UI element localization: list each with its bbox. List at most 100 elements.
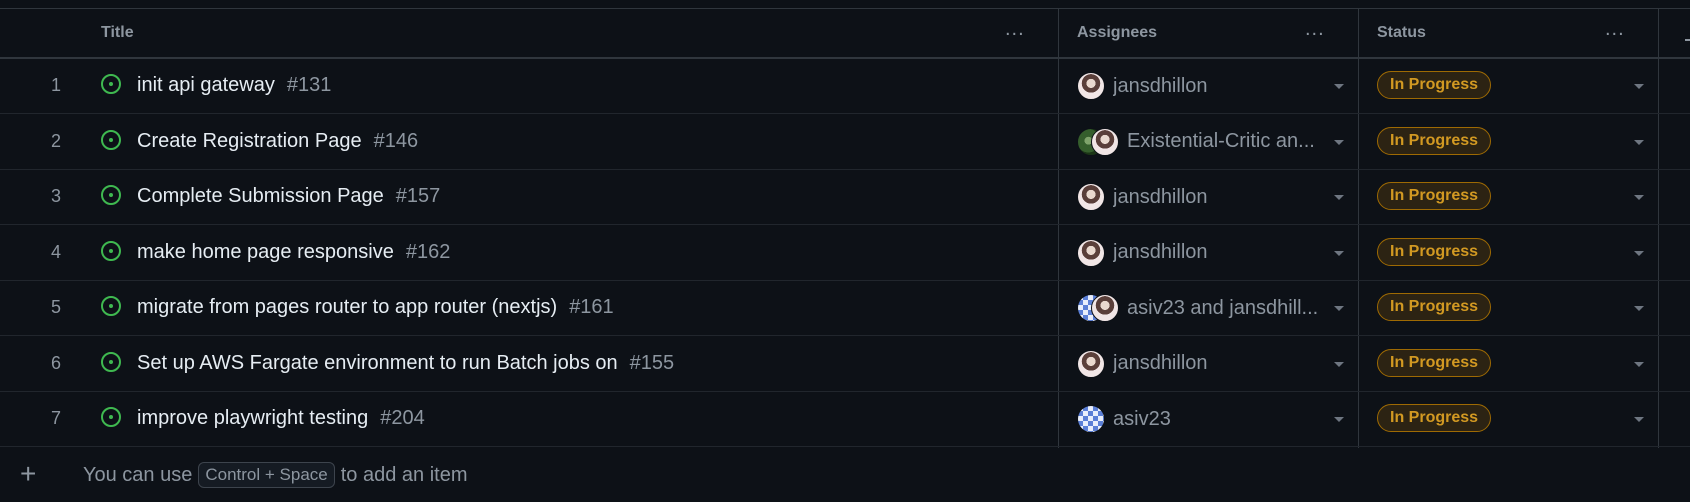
item-title-link[interactable]: migrate from pages router to app router … <box>137 296 557 318</box>
triangle-down-icon[interactable] <box>1334 361 1344 367</box>
item-title: init api gateway #131 <box>137 74 331 97</box>
table-row[interactable]: 5 migrate from pages router to app route… <box>0 280 1690 336</box>
issue-number: #155 <box>629 351 675 374</box>
row-number: 1 <box>50 75 61 95</box>
avatar-stack <box>1077 404 1105 434</box>
item-title: Create Registration Page #146 <box>137 130 418 153</box>
triangle-down-icon[interactable] <box>1634 195 1644 200</box>
issue-opened-icon <box>101 74 121 94</box>
issue-opened-icon <box>101 240 121 261</box>
item-title: migrate from pages router to app router … <box>137 296 614 319</box>
row-number: 2 <box>50 130 61 151</box>
item-title-link[interactable]: Set up AWS Fargate environment to run Ba… <box>137 352 618 374</box>
table-row[interactable]: 4 make home page responsive #162 jansdhil… <box>0 225 1690 281</box>
issue-opened-icon <box>101 129 121 150</box>
status-column-menu-icon[interactable]: ... <box>1605 19 1625 39</box>
hint-text-before: You can use <box>83 463 193 486</box>
assignee-name: asiv23 and jansdhill... <box>1127 296 1319 319</box>
column-header-assignees[interactable]: Assignees <box>1077 9 1157 57</box>
triangle-down-icon[interactable] <box>1634 417 1644 422</box>
issue-number: #131 <box>286 74 332 96</box>
row-number: 6 <box>50 352 61 373</box>
item-title: make home page responsive #162 <box>137 241 450 264</box>
triangle-down-icon[interactable] <box>1334 306 1344 311</box>
avatar-stack <box>1077 238 1105 268</box>
assignee-cell[interactable]: asiv23 <box>1077 404 1171 434</box>
row-number: 7 <box>50 408 61 428</box>
status-badge[interactable]: In Progress <box>1377 182 1492 210</box>
assignee-name: asiv23 <box>1113 407 1171 430</box>
row-number: 4 <box>50 241 61 262</box>
status-badge[interactable]: In Progress <box>1377 348 1492 377</box>
assignee-name: jansdhillon <box>1113 74 1208 97</box>
triangle-down-icon[interactable] <box>1334 195 1344 200</box>
issue-number: #204 <box>380 407 425 429</box>
status-badge[interactable]: In Progress <box>1377 237 1492 266</box>
item-title-link[interactable]: init api gateway <box>137 74 275 96</box>
next-column-plus-icon[interactable] <box>1685 39 1690 41</box>
triangle-down-icon[interactable] <box>1634 250 1644 256</box>
column-header-title[interactable]: Title <box>101 9 134 57</box>
assignee-cell[interactable]: jansdhillon <box>1077 182 1208 212</box>
triangle-down-icon[interactable] <box>1634 139 1644 145</box>
table-row[interactable]: 1 init api gateway #131 jansdhillon In Pr… <box>0 58 1690 114</box>
item-title: Set up AWS Fargate environment to run Ba… <box>137 352 674 375</box>
assignee-cell[interactable]: jansdhillon <box>1077 238 1208 268</box>
status-badge[interactable]: In Progress <box>1377 126 1492 155</box>
assignee-name: jansdhillon <box>1113 185 1208 208</box>
add-item-row[interactable]: + You can use Control + Space to add an … <box>0 448 1690 502</box>
issue-opened-icon <box>101 407 121 427</box>
row-number: 3 <box>50 186 61 206</box>
assignee-name: jansdhillon <box>1113 352 1208 374</box>
issue-number: #157 <box>395 185 441 207</box>
item-title-link[interactable]: Complete Submission Page <box>137 185 384 207</box>
triangle-down-icon[interactable] <box>1634 306 1644 311</box>
assignee-cell[interactable]: Existential-Critic an... <box>1077 127 1315 157</box>
item-title-link[interactable]: Create Registration Page <box>137 130 362 152</box>
issue-opened-icon <box>101 296 121 316</box>
item-title-link[interactable]: make home page responsive <box>137 241 394 263</box>
hint-text-after: to add an item <box>340 463 468 486</box>
triangle-down-icon[interactable] <box>1634 84 1644 89</box>
avatar <box>1077 405 1105 433</box>
avatar-stack <box>1077 293 1119 323</box>
avatar <box>1077 238 1105 267</box>
title-column-menu-icon[interactable]: ... <box>1005 19 1025 39</box>
table-row[interactable]: 2 Create Registration Page #146 Existenti… <box>0 114 1690 170</box>
status-badge[interactable]: In Progress <box>1377 404 1492 432</box>
assignees-column-menu-icon[interactable]: ... <box>1305 19 1325 39</box>
plus-icon[interactable]: + <box>20 458 36 490</box>
top-border <box>0 0 1690 9</box>
issue-opened-icon <box>101 351 121 372</box>
keyboard-shortcut: Control + Space <box>198 462 335 488</box>
triangle-down-icon[interactable] <box>1334 417 1344 422</box>
item-title: improve playwright testing #204 <box>137 407 425 430</box>
triangle-down-icon[interactable] <box>1334 139 1344 145</box>
column-status-label: Status <box>1377 24 1426 41</box>
column-header-status[interactable]: Status <box>1377 9 1426 57</box>
assignee-cell[interactable]: jansdhillon <box>1077 349 1208 379</box>
table-row[interactable]: 7 improve playwright testing #204 asiv23 … <box>0 391 1690 447</box>
avatar <box>1077 72 1105 100</box>
assignee-name: Existential-Critic an... <box>1127 130 1315 152</box>
add-item-hint: You can use Control + Space to add an it… <box>83 462 468 488</box>
table-row[interactable]: 3 Complete Submission Page #157 jansdhill… <box>0 169 1690 225</box>
triangle-down-icon[interactable] <box>1334 84 1344 89</box>
triangle-down-icon[interactable] <box>1334 250 1344 256</box>
status-badge[interactable]: In Progress <box>1377 293 1492 321</box>
assignee-cell[interactable]: jansdhillon <box>1077 71 1208 101</box>
triangle-down-icon[interactable] <box>1634 361 1644 367</box>
table-row[interactable]: 6 Set up AWS Fargate environment to run … <box>0 336 1690 392</box>
avatar-stack <box>1077 71 1105 101</box>
issue-number: #161 <box>569 296 614 318</box>
assignee-name: jansdhillon <box>1113 241 1208 263</box>
status-badge[interactable]: In Progress <box>1377 71 1492 99</box>
avatar <box>1077 183 1105 211</box>
assignee-cell[interactable]: asiv23 and jansdhill... <box>1077 293 1318 323</box>
avatar <box>1091 294 1119 322</box>
avatar-stack <box>1077 349 1105 379</box>
column-title-label: Title <box>101 24 134 41</box>
item-title-link[interactable]: improve playwright testing <box>137 407 368 429</box>
avatar-stack <box>1077 127 1119 157</box>
column-assignees-label: Assignees <box>1077 24 1158 41</box>
